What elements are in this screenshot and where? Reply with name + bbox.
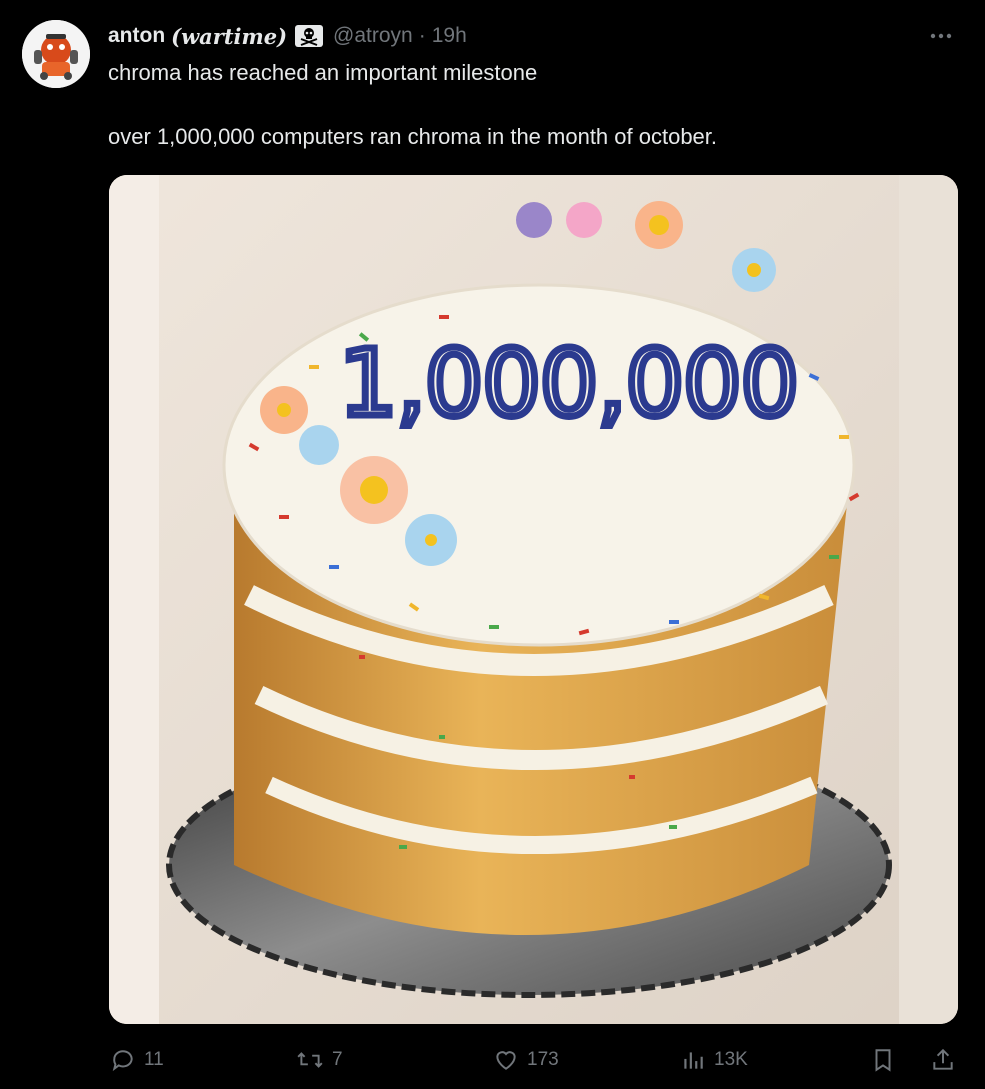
- user-handle[interactable]: @atroyn: [333, 24, 413, 48]
- timestamp[interactable]: 19h: [432, 24, 467, 48]
- tweet-text-line-1: chroma has reached an important mileston…: [108, 60, 538, 85]
- tweet-text-line-2: over 1,000,000 computers ran chroma in t…: [108, 124, 718, 149]
- tweet-image[interactable]: 1,000,000: [109, 175, 958, 1024]
- repost-count: 7: [332, 1049, 343, 1070]
- like-count: 173: [527, 1049, 559, 1070]
- more-icon[interactable]: [925, 22, 957, 50]
- reply-button[interactable]: 11: [110, 1040, 164, 1080]
- display-name-suffix[interactable]: (wartime): [171, 24, 287, 49]
- views-button[interactable]: 13K: [680, 1040, 748, 1080]
- share-icon: [933, 1048, 953, 1070]
- like-button[interactable]: 173: [493, 1040, 559, 1080]
- tweet-header: anton (wartime) @atroyn · 19h: [108, 20, 467, 52]
- skull-crossbones-icon: [295, 25, 324, 47]
- avatar-image: [22, 20, 90, 88]
- reply-count: 11: [144, 1049, 164, 1070]
- repost-icon: [297, 1052, 323, 1068]
- repost-button[interactable]: 7: [296, 1040, 343, 1080]
- action-bar: 11 7 173 13K: [0, 1040, 985, 1080]
- heart-icon: [496, 1051, 516, 1070]
- reply-icon: [112, 1050, 133, 1072]
- analytics-icon: [684, 1052, 703, 1069]
- share-button[interactable]: [930, 1040, 964, 1080]
- cake-photo: 1,000,000: [109, 175, 958, 1024]
- view-count: 13K: [714, 1049, 748, 1070]
- separator-dot: ·: [418, 24, 426, 47]
- display-name[interactable]: anton: [108, 24, 165, 48]
- tweet: anton (wartime) @atroyn · 19h chroma has…: [0, 0, 985, 1089]
- bookmark-icon: [875, 1049, 891, 1072]
- avatar[interactable]: [22, 20, 90, 88]
- bookmark-button[interactable]: [870, 1040, 904, 1080]
- cake-piped-text: 1,000,000: [339, 330, 799, 437]
